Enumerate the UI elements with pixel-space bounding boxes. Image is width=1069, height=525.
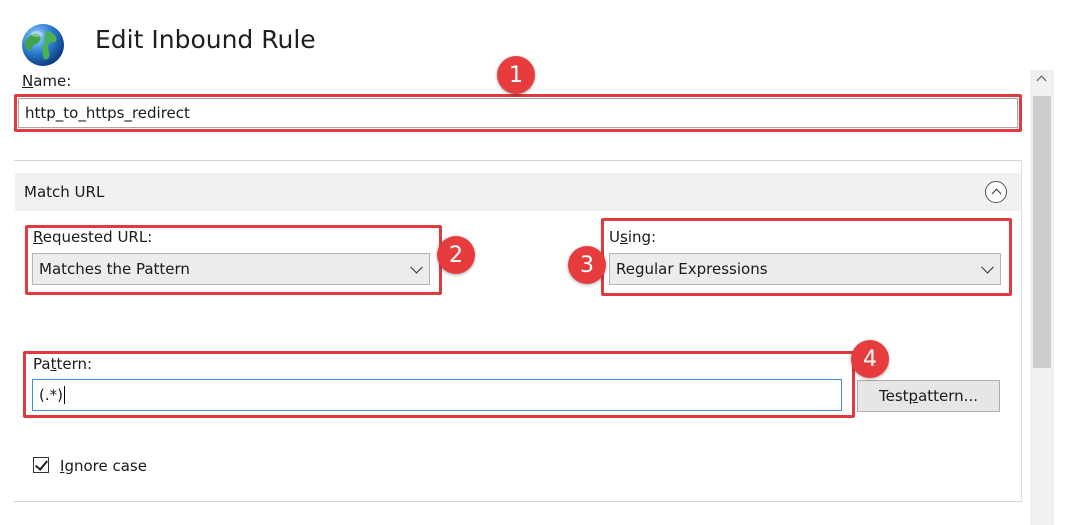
ignore-case-checkbox[interactable] bbox=[33, 457, 49, 473]
annotation-badge-4: 4 bbox=[851, 340, 889, 378]
annotation-badge-1: 1 bbox=[497, 56, 535, 94]
page-title: Edit Inbound Rule bbox=[95, 25, 316, 54]
match-url-panel bbox=[14, 160, 1022, 502]
globe-icon bbox=[20, 22, 66, 68]
ignore-case-label[interactable]: Ignore case bbox=[60, 457, 147, 475]
pattern-input-value: (.*) bbox=[39, 386, 63, 404]
match-url-title: Match URL bbox=[24, 183, 105, 201]
collapse-icon[interactable] bbox=[985, 181, 1007, 203]
annotation-badge-2: 2 bbox=[437, 236, 475, 274]
scroll-up-icon[interactable] bbox=[1030, 70, 1054, 94]
chevron-down-icon bbox=[410, 260, 423, 274]
name-label: Name: bbox=[22, 72, 72, 90]
requested-url-value: Matches the Pattern bbox=[39, 260, 190, 278]
requested-url-label: Requested URL: bbox=[33, 228, 153, 246]
chevron-down-icon bbox=[981, 260, 994, 274]
annotation-badge-3: 3 bbox=[568, 246, 606, 284]
text-cursor bbox=[63, 386, 65, 404]
using-value: Regular Expressions bbox=[616, 260, 768, 278]
pattern-input[interactable]: (.*) bbox=[32, 379, 842, 411]
pattern-label: Pattern: bbox=[33, 355, 93, 373]
requested-url-select[interactable]: Matches the Pattern bbox=[32, 253, 430, 285]
using-label: Using: bbox=[609, 228, 657, 246]
name-input[interactable]: http_to_https_redirect bbox=[18, 98, 1018, 128]
using-select[interactable]: Regular Expressions bbox=[609, 253, 1001, 285]
match-url-header[interactable] bbox=[15, 173, 1021, 211]
test-pattern-button[interactable]: Test p attern... bbox=[857, 380, 1000, 412]
name-input-value: http_to_https_redirect bbox=[25, 104, 190, 122]
scrollbar-thumb[interactable] bbox=[1033, 96, 1051, 368]
